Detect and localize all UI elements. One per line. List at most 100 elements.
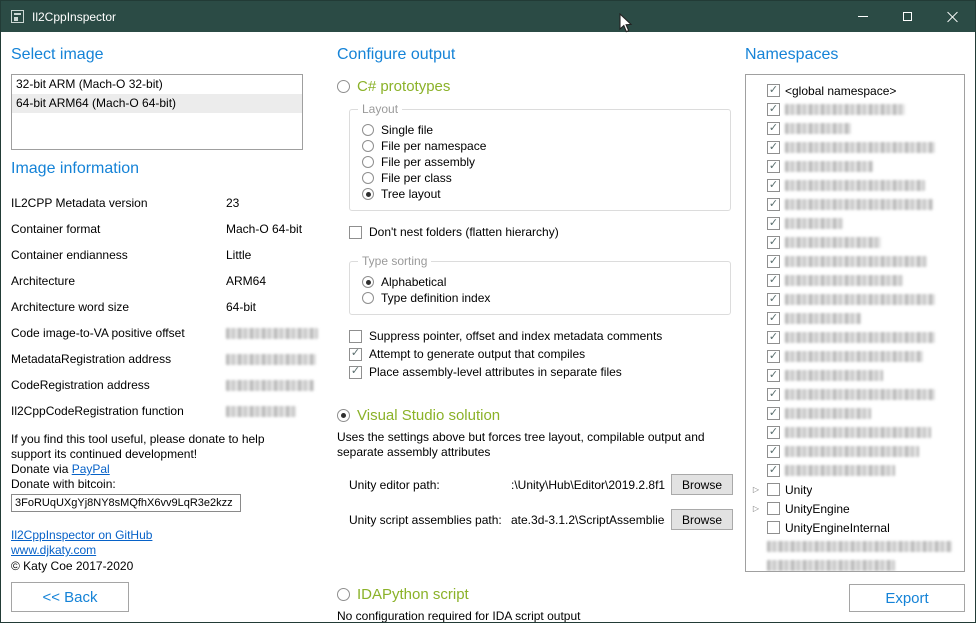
back-button[interactable]: << Back [11,582,129,612]
ida-radio[interactable]: IDAPython script [337,586,733,603]
namespace-checkbox[interactable] [767,217,780,230]
namespace-checkbox[interactable] [767,483,780,496]
close-button[interactable] [930,1,975,32]
namespace-item[interactable] [750,556,962,572]
checkbox-place-assembly-level-attributes-in-separate-files[interactable]: Place assembly-level attributes in separ… [349,363,733,381]
unity-editor-browse-button[interactable]: Browse [671,474,733,495]
namespace-item[interactable] [750,366,962,385]
radio-option-type-definition-index[interactable]: Type definition index [362,290,718,306]
info-value [226,352,316,366]
namespace-item[interactable] [750,100,962,119]
namespaces-heading: Namespaces [745,46,965,64]
donate-via-text: Donate via [11,462,72,476]
namespace-checkbox[interactable] [767,331,780,344]
expander-icon[interactable] [750,484,762,496]
namespace-item[interactable] [750,385,962,404]
info-value: ARM64 [226,274,303,288]
namespace-item[interactable] [750,214,962,233]
expander-icon[interactable] [750,503,762,515]
checkbox-attempt-to-generate-output-that-compiles[interactable]: Attempt to generate output that compiles [349,345,733,363]
namespace-label: UnityEngineInternal [785,521,890,535]
radio-option-single-file[interactable]: Single file [362,122,718,138]
namespace-list[interactable]: <global namespace> Unity UnityEngine UnityE… [745,74,965,572]
namespace-item[interactable] [750,138,962,157]
namespace-checkbox[interactable] [767,84,780,97]
minimize-button[interactable] [840,1,885,32]
namespace-checkbox[interactable] [767,407,780,420]
namespace-checkbox[interactable] [767,388,780,401]
namespace-checkbox[interactable] [767,445,780,458]
image-list-item-32-bit-arm-mach-o-32-bit[interactable]: 32-bit ARM (Mach-O 32-bit) [12,75,302,94]
namespace-item[interactable]: Unity [750,480,962,499]
checkbox-label: Attempt to generate output that compiles [369,347,585,361]
namespace-item[interactable] [750,233,962,252]
namespace-checkbox[interactable] [767,521,780,534]
namespace-item[interactable] [750,461,962,480]
namespace-item[interactable] [750,157,962,176]
output-checkboxes: Suppress pointer, offset and index metad… [337,327,733,381]
namespace-checkbox[interactable] [767,350,780,363]
checkbox-suppress-pointer-offset-and-index-metadata-comments[interactable]: Suppress pointer, offset and index metad… [349,327,733,345]
namespace-item[interactable] [750,404,962,423]
checkbox-don-t-nest-folders-flatten-hierarchy[interactable]: Don't nest folders (flatten hierarchy) [349,223,733,241]
namespace-item[interactable] [750,119,962,138]
radio-icon [362,276,374,288]
namespace-checkbox[interactable] [767,160,780,173]
namespace-checkbox[interactable] [767,426,780,439]
namespace-checkbox[interactable] [767,312,780,325]
paypal-link[interactable]: PayPal [72,462,110,477]
namespace-item[interactable] [750,423,962,442]
csharp-radio[interactable]: C# prototypes [337,78,733,95]
namespace-item[interactable] [750,252,962,271]
namespace-checkbox[interactable] [767,236,780,249]
namespace-item[interactable] [750,271,962,290]
namespace-checkbox[interactable] [767,274,780,287]
export-button[interactable]: Export [849,584,965,612]
maximize-icon [903,12,912,21]
unity-assemblies-browse-button[interactable]: Browse [671,509,733,530]
namespace-checkbox[interactable] [767,122,780,135]
image-list-item-64-bit-arm64-mach-o-64-bit[interactable]: 64-bit ARM64 (Mach-O 64-bit) [12,94,302,113]
layout-group-title: Layout [358,102,402,116]
radio-option-file-per-assembly[interactable]: File per assembly [362,154,718,170]
namespace-checkbox[interactable] [767,179,780,192]
select-image-heading: Select image [11,46,303,64]
radio-option-file-per-namespace[interactable]: File per namespace [362,138,718,154]
checkbox-label: Don't nest folders (flatten hierarchy) [369,225,559,239]
namespace-checkbox[interactable] [767,464,780,477]
info-label: IL2CPP Metadata version [11,196,226,210]
namespace-checkbox[interactable] [767,502,780,515]
image-list[interactable]: 32-bit ARM (Mach-O 32-bit)64-bit ARM64 (… [11,74,303,150]
namespace-item[interactable]: UnityEngineInternal [750,518,962,537]
checkbox-label: Suppress pointer, offset and index metad… [369,329,662,343]
namespace-label: UnityEngine [785,502,850,516]
namespace-item[interactable]: UnityEngine [750,499,962,518]
radio-option-alphabetical[interactable]: Alphabetical [362,274,718,290]
titlebar[interactable]: Il2CppInspector [1,1,975,32]
namespace-checkbox[interactable] [767,103,780,116]
namespace-checkbox[interactable] [767,369,780,382]
vs-radio[interactable]: Visual Studio solution [337,407,733,424]
namespace-checkbox[interactable] [767,255,780,268]
namespace-item[interactable] [750,176,962,195]
namespace-item[interactable]: <global namespace> [750,81,962,100]
namespace-item[interactable] [750,442,962,461]
radio-option-label: File per assembly [381,155,475,169]
namespace-item[interactable] [750,195,962,214]
namespace-checkbox[interactable] [767,198,780,211]
radio-option-tree-layout[interactable]: Tree layout [362,186,718,202]
namespace-item[interactable] [750,347,962,366]
namespace-item[interactable] [750,328,962,347]
github-link[interactable]: Il2CppInspector on GitHub [11,528,303,543]
bitcoin-address-input[interactable] [11,494,241,512]
radio-option-file-per-class[interactable]: File per class [362,170,718,186]
info-value: 23 [226,196,303,210]
namespace-item[interactable] [750,309,962,328]
namespace-checkbox[interactable] [767,293,780,306]
namespace-checkbox[interactable] [767,141,780,154]
website-link[interactable]: www.djkaty.com [11,543,303,558]
namespace-item[interactable] [750,290,962,309]
namespace-item[interactable] [750,537,962,556]
maximize-button[interactable] [885,1,930,32]
info-label: MetadataRegistration address [11,352,226,366]
